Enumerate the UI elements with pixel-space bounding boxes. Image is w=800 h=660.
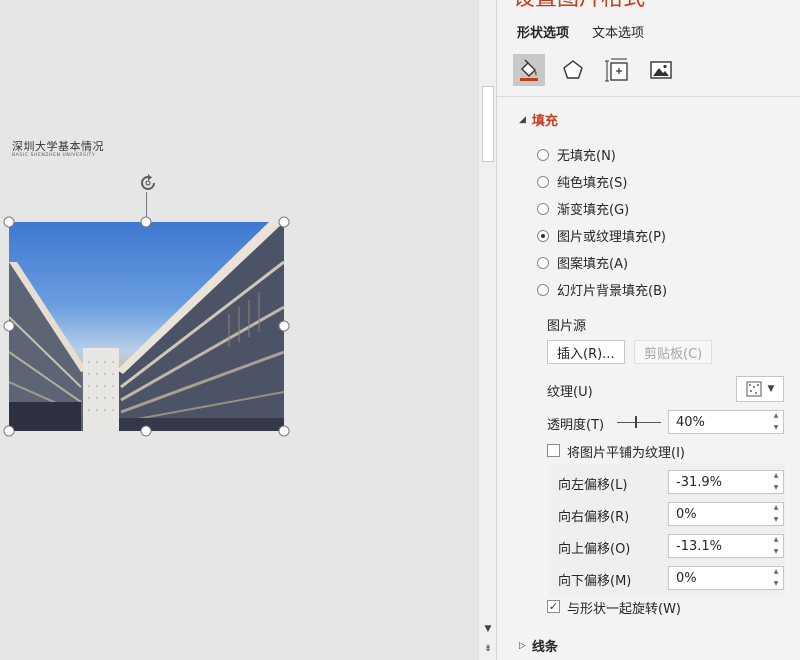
resize-handle-right[interactable] <box>278 320 290 332</box>
scroll-thumb[interactable] <box>482 86 494 162</box>
radio-label: 图片或纹理填充(P) <box>557 230 666 245</box>
offset-left-spinner[interactable]: -31.9% ▲ ▼ <box>668 470 784 494</box>
scroll-down-arrow-icon[interactable]: ▼ <box>481 622 495 636</box>
tab-shape-options[interactable]: 形状选项 <box>517 22 569 41</box>
offset-right-value[interactable]: 0% <box>676 507 697 522</box>
picture-icon[interactable] <box>645 54 677 86</box>
radio-label: 幻灯片背景填充(B) <box>557 284 668 299</box>
picture-source-label: 图片源 <box>547 319 587 334</box>
texture-picker[interactable]: ▼ <box>736 376 784 402</box>
fill-line-icon[interactable] <box>513 54 545 86</box>
offset-top-spinner[interactable]: -13.1% ▲ ▼ <box>668 534 784 558</box>
transparency-slider-track[interactable] <box>617 422 661 423</box>
dropdown-arrow-icon: ▼ <box>767 384 775 394</box>
transparency-label: 透明度(T) <box>547 418 605 433</box>
resize-handle-bottom-left[interactable] <box>3 425 15 437</box>
offset-bottom-spinner[interactable]: 0% ▲ ▼ <box>668 566 784 590</box>
pane-title: 设置图片格式 <box>513 0 645 12</box>
radio-circle[interactable] <box>537 202 549 215</box>
fill-section-header[interactable]: ◢ 填充 <box>519 110 558 129</box>
spinner-arrows-icon[interactable]: ▲ ▼ <box>771 536 781 556</box>
format-picture-pane: 设置图片格式 形状选项 文本选项 ◢ <box>496 0 800 660</box>
radio-slide-background-fill[interactable]: 幻灯片背景填充(B) <box>537 280 667 299</box>
transparency-slider-thumb[interactable] <box>635 416 637 428</box>
radio-circle[interactable] <box>537 283 549 296</box>
resize-handle-bottom[interactable] <box>140 425 152 437</box>
tab-text-options[interactable]: 文本选项 <box>592 22 644 41</box>
slide-title[interactable]: 深圳大学基本情况 <box>12 138 104 154</box>
collapse-triangle-icon: ◢ <box>519 114 526 125</box>
slide-canvas[interactable]: 深圳大学基本情况 BASIC SHENZHEN UNIVERSITY <box>0 0 478 660</box>
resize-handle-top-left[interactable] <box>3 216 15 228</box>
offset-top-value[interactable]: -13.1% <box>676 539 722 554</box>
radio-label: 图案填充(A) <box>557 257 629 272</box>
rotate-with-shape-label: 与形状一起旋转(W) <box>567 602 681 617</box>
rotate-handle-icon[interactable] <box>137 172 159 194</box>
offset-left-label: 向左偏移(L) <box>558 478 628 493</box>
line-section-label: 线条 <box>531 640 558 655</box>
rotate-with-shape-checkbox[interactable]: ✓ <box>547 600 560 613</box>
radio-label: 渐变填充(G) <box>557 203 630 218</box>
split-view-icon[interactable]: ⇟ <box>481 642 495 656</box>
tile-texture-checkbox[interactable] <box>547 444 560 457</box>
size-properties-icon[interactable] <box>601 54 633 86</box>
spinner-arrows-icon[interactable]: ▲ ▼ <box>771 472 781 492</box>
radio-circle[interactable] <box>537 256 549 269</box>
spinner-arrows-icon[interactable]: ▲ ▼ <box>771 504 781 524</box>
spinner-arrows-icon[interactable]: ▲ ▼ <box>771 568 781 588</box>
transparency-value[interactable]: 40% <box>676 415 705 430</box>
tile-texture-label: 将图片平铺为纹理(I) <box>567 446 685 461</box>
radio-label: 无填充(N) <box>557 149 616 164</box>
campus-building-photo[interactable] <box>9 222 284 431</box>
texture-swatch-icon <box>746 381 762 397</box>
radio-circle-selected[interactable] <box>537 229 549 242</box>
transparency-spinner[interactable]: 40% ▲ ▼ <box>668 410 784 434</box>
texture-label: 纹理(U) <box>547 385 593 400</box>
offset-right-label: 向右偏移(R) <box>558 510 630 525</box>
radio-circle[interactable] <box>537 148 549 161</box>
resize-handle-left[interactable] <box>3 320 15 332</box>
line-section-header[interactable]: ▷ 线条 <box>519 636 558 655</box>
radio-circle[interactable] <box>537 175 549 188</box>
selected-picture-shape[interactable] <box>3 216 290 437</box>
offset-bottom-label: 向下偏移(M) <box>558 574 632 589</box>
radio-pattern-fill[interactable]: 图案填充(A) <box>537 253 628 272</box>
clipboard-button[interactable]: 剪贴板(C) <box>634 340 713 364</box>
offset-top-label: 向上偏移(O) <box>558 542 631 557</box>
radio-no-fill[interactable]: 无填充(N) <box>537 145 616 164</box>
pane-divider <box>497 96 800 97</box>
fill-section-label: 填充 <box>531 114 558 129</box>
expand-triangle-icon: ▷ <box>519 640 526 651</box>
offset-right-spinner[interactable]: 0% ▲ ▼ <box>668 502 784 526</box>
offset-bottom-value[interactable]: 0% <box>676 571 697 586</box>
radio-label: 纯色填充(S) <box>557 176 628 191</box>
vertical-scrollbar[interactable]: ▼ ⇟ <box>478 0 496 660</box>
spinner-arrows-icon[interactable]: ▲ ▼ <box>771 412 781 432</box>
insert-button[interactable]: 插入(R)... <box>547 340 625 364</box>
resize-handle-top[interactable] <box>140 216 152 228</box>
effects-pentagon-icon[interactable] <box>557 54 589 86</box>
radio-solid-fill[interactable]: 纯色填充(S) <box>537 172 627 191</box>
radio-picture-texture-fill[interactable]: 图片或纹理填充(P) <box>537 226 666 245</box>
offset-left-value[interactable]: -31.9% <box>676 475 722 490</box>
resize-handle-top-right[interactable] <box>278 216 290 228</box>
slide-subtitle[interactable]: BASIC SHENZHEN UNIVERSITY <box>12 153 95 158</box>
radio-gradient-fill[interactable]: 渐变填充(G) <box>537 199 629 218</box>
resize-handle-bottom-right[interactable] <box>278 425 290 437</box>
